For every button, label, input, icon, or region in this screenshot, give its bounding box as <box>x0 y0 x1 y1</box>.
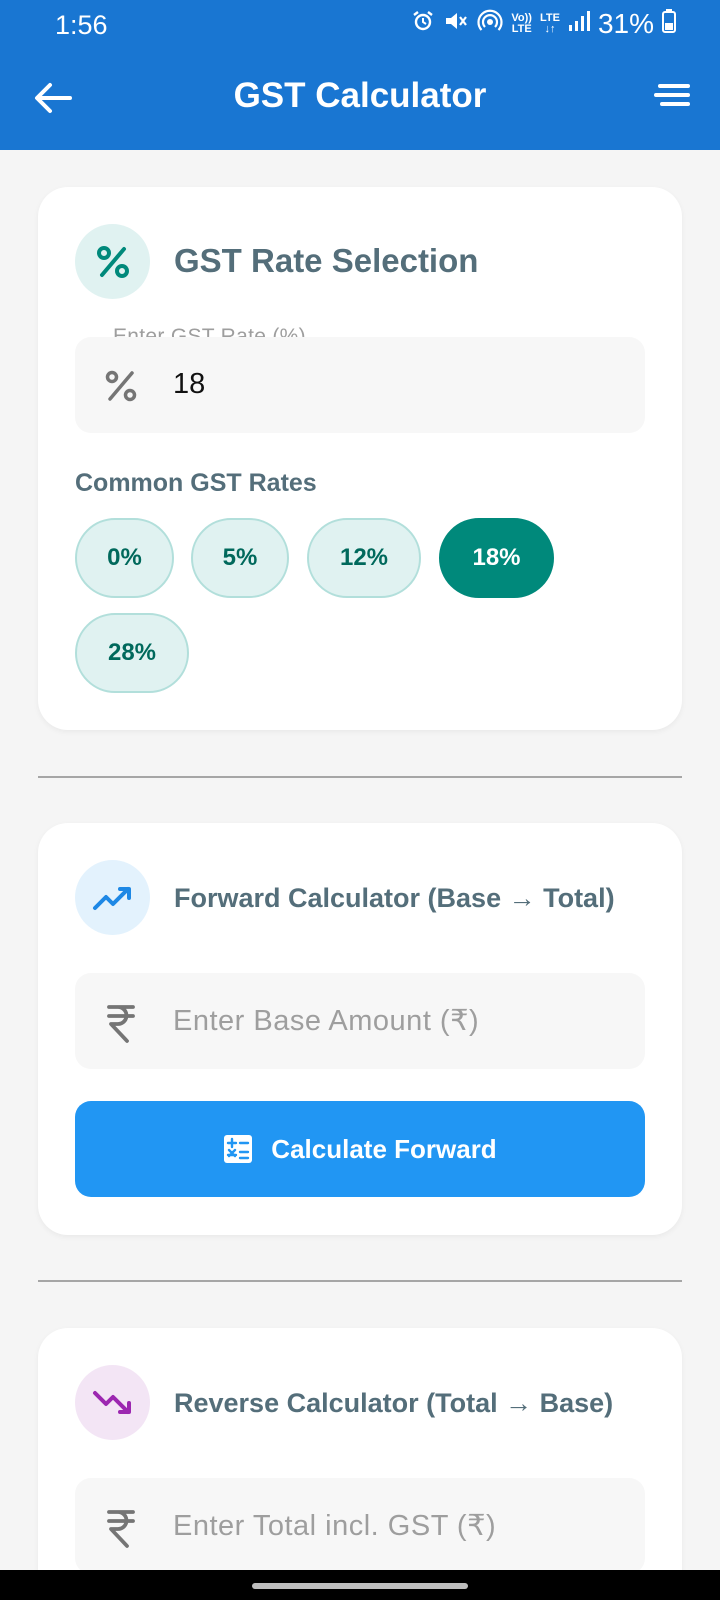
lte-indicator: LTE ↓↑ <box>539 12 560 35</box>
rate-chip-0[interactable]: 0% <box>75 518 174 598</box>
calculate-forward-button[interactable]: Calculate Forward <box>75 1101 645 1197</box>
base-amount-input[interactable]: Enter Base Amount (₹) <box>75 973 645 1069</box>
sort-icon <box>658 84 690 88</box>
gst-rate-value: 18 <box>173 368 206 400</box>
common-rates-label: Common GST Rates <box>75 469 317 497</box>
divider <box>38 776 682 778</box>
total-amount-placeholder: Enter Total incl. GST (₹) <box>173 1510 497 1542</box>
calculator-icon <box>224 1135 253 1163</box>
battery-percent: 31% <box>597 8 654 39</box>
rate-chip-28[interactable]: 28% <box>75 613 189 693</box>
trending-up-icon <box>92 886 131 910</box>
rate-card-title: GST Rate Selection <box>174 242 479 279</box>
app-bar: 1:56 Vo)) LTE LTE ↓↑ 31% GST Calculator <box>0 0 720 150</box>
data-arrows-icon: ↓↑ <box>544 23 556 35</box>
home-gesture-handle[interactable] <box>252 1583 468 1589</box>
base-amount-placeholder: Enter Base Amount (₹) <box>173 1005 480 1037</box>
gst-rate-input[interactable]: 18 <box>75 337 645 433</box>
system-nav-bar <box>0 1570 720 1600</box>
rupee-icon <box>107 1510 135 1548</box>
reverse-head-icon-circle <box>75 1365 150 1440</box>
status-icons: Vo)) LTE LTE ↓↑ 31% <box>411 8 676 40</box>
signal-icon <box>568 10 590 38</box>
rate-chip-5[interactable]: 5% <box>191 518 289 598</box>
percent-icon <box>96 245 129 278</box>
gst-rate-card: GST Rate Selection Enter GST Rate (%) 18… <box>38 187 682 730</box>
status-time: 1:56 <box>55 10 108 40</box>
percent-icon <box>105 370 137 402</box>
rupee-icon <box>107 1005 135 1043</box>
menu-button[interactable] <box>648 84 690 114</box>
rate-head-icon-circle <box>75 224 150 299</box>
forward-calculator-card: Forward Calculator (Base → Total) Enter … <box>38 823 682 1235</box>
total-amount-input[interactable]: Enter Total incl. GST (₹) <box>75 1478 645 1574</box>
forward-head-icon-circle <box>75 860 150 935</box>
trending-down-icon <box>92 1390 131 1414</box>
rate-chip-12[interactable]: 12% <box>307 518 421 598</box>
status-bar: 1:56 Vo)) LTE LTE ↓↑ 31% <box>0 0 720 52</box>
battery-icon <box>662 9 676 39</box>
reverse-calculator-card: Reverse Calculator (Total → Base) Enter … <box>38 1328 682 1600</box>
mute-icon <box>443 9 469 39</box>
page-title: GST Calculator <box>233 76 487 115</box>
forward-card-title: Forward Calculator (Base → Total) <box>174 883 615 913</box>
calculate-forward-label: Calculate Forward <box>271 1133 497 1164</box>
hotspot-icon <box>477 9 503 39</box>
reverse-card-title: Reverse Calculator (Total → Base) <box>174 1388 614 1418</box>
divider <box>38 1280 682 1282</box>
rate-chip-18[interactable]: 18% <box>439 518 554 598</box>
alarm-icon <box>411 9 435 39</box>
volte-indicator: Vo)) LTE <box>511 12 532 35</box>
